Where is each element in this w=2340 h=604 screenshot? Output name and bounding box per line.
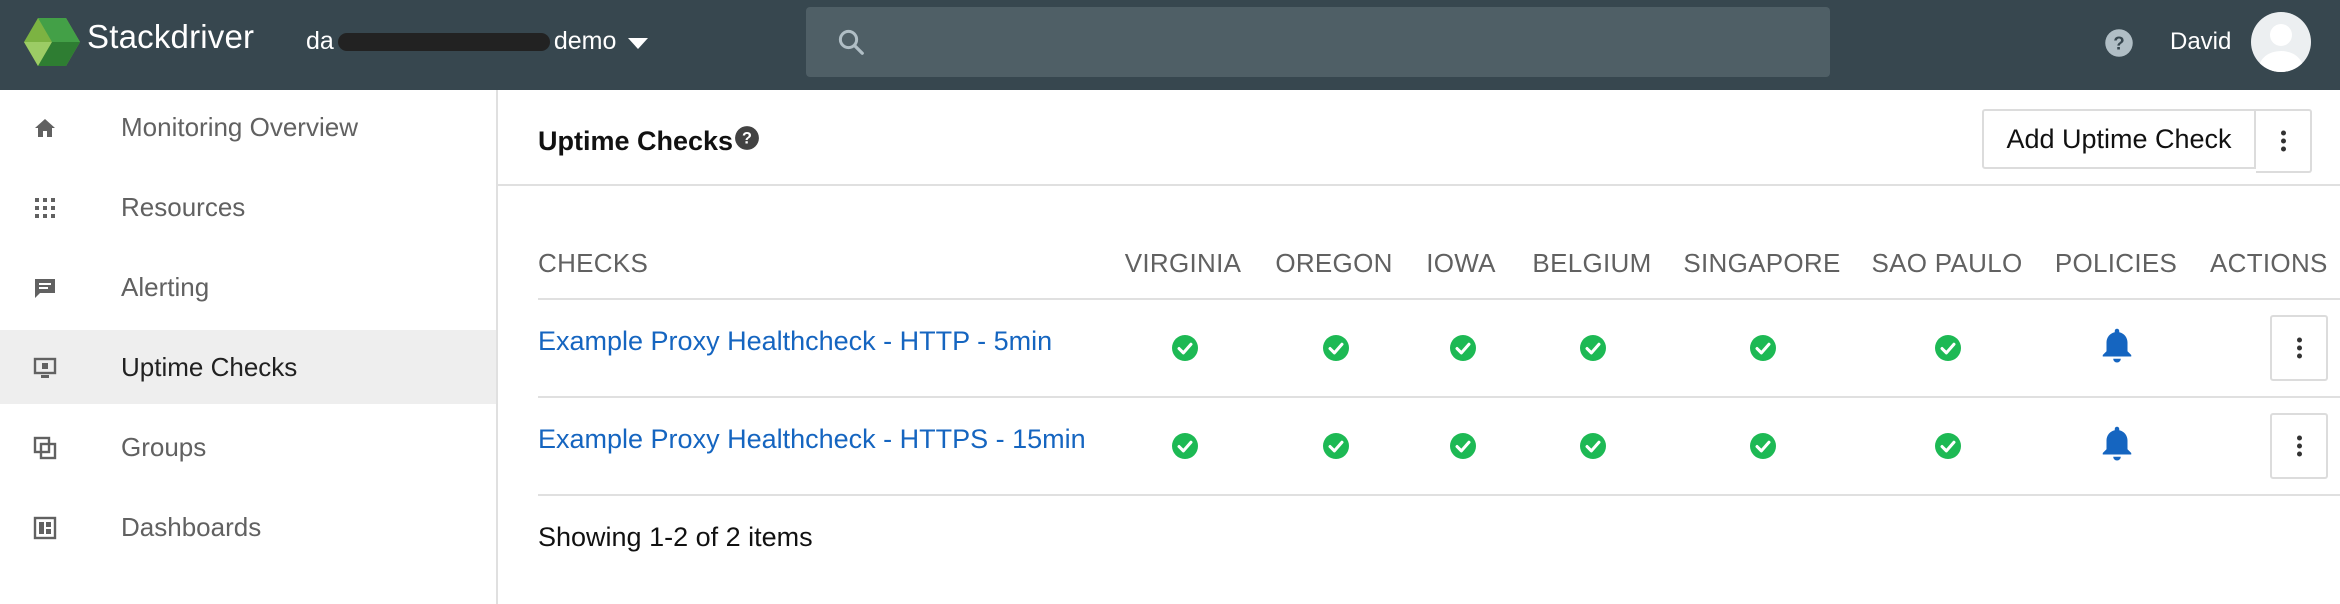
column-header-checks[interactable]: CHECKS — [538, 248, 648, 279]
sidebar-item-label: Uptime Checks — [121, 352, 298, 382]
search-input[interactable] — [890, 19, 1794, 67]
add-uptime-check-button[interactable]: Add Uptime Check — [1982, 109, 2256, 169]
sidebar: Monitoring Overview Resources Alerting U… — [0, 90, 498, 604]
main-content: Uptime Checks ? Add Uptime Check CHECKS … — [498, 90, 2340, 604]
brand-name[interactable]: Stackdriver — [87, 18, 254, 56]
check-circle-icon — [1750, 335, 1776, 361]
dashboard-icon — [33, 516, 57, 540]
column-header-singapore: SINGAPORE — [1683, 248, 1841, 278]
column-header-sao-paulo: SAO PAULO — [1871, 248, 2023, 278]
sidebar-item-uptime-checks[interactable]: Uptime Checks — [0, 330, 496, 404]
alert-message-icon — [35, 279, 55, 298]
check-circle-icon — [1172, 433, 1198, 459]
sidebar-item-alerting[interactable]: Alerting — [0, 250, 496, 324]
groups-icon — [33, 436, 57, 460]
check-circle-icon — [1172, 335, 1198, 361]
column-header-oregon: OREGON — [1275, 248, 1393, 278]
help-icon[interactable]: ? — [734, 125, 760, 151]
bell-icon[interactable] — [2099, 424, 2135, 464]
sidebar-item-monitoring-overview[interactable]: Monitoring Overview — [0, 90, 496, 164]
check-circle-icon — [1323, 433, 1349, 459]
page-header: Uptime Checks ? Add Uptime Check — [498, 90, 2340, 186]
top-bar: Stackdriver da demo ? David — [0, 0, 2340, 90]
user-name[interactable]: David — [2170, 28, 2231, 56]
monitor-icon — [33, 357, 57, 378]
sidebar-item-label: Alerting — [121, 272, 210, 302]
page-title: Uptime Checks — [538, 126, 734, 156]
column-header-actions: ACTIONS — [2210, 248, 2328, 278]
check-circle-icon — [1450, 433, 1476, 459]
check-circle-icon — [1450, 335, 1476, 361]
sidebar-item-groups[interactable]: Groups — [0, 410, 496, 484]
help-icon[interactable]: ? — [2104, 28, 2134, 58]
column-header-policies: POLICIES — [2054, 248, 2178, 278]
check-circle-icon — [1580, 335, 1606, 361]
more-vert-icon — [2296, 433, 2302, 460]
sidebar-item-label: Groups — [121, 432, 207, 462]
check-name-link[interactable]: Example Proxy Healthcheck - HTTP - 5min — [538, 326, 1052, 357]
sidebar-item-label: Resources — [121, 192, 246, 222]
sidebar-item-dashboards[interactable]: Dashboards — [0, 490, 496, 564]
more-options-button[interactable] — [2256, 109, 2312, 173]
svg-text:?: ? — [742, 129, 752, 147]
sidebar-item-resources[interactable]: Resources — [0, 170, 496, 244]
row-actions-button[interactable] — [2270, 315, 2328, 381]
project-name-suffix: demo — [553, 27, 617, 55]
search-icon — [838, 29, 864, 55]
avatar[interactable] — [2251, 12, 2311, 72]
check-circle-icon — [1323, 335, 1349, 361]
more-vert-icon — [2280, 128, 2286, 155]
check-name-link[interactable]: Example Proxy Healthcheck - HTTPS - 15mi… — [538, 424, 1086, 455]
table-divider — [538, 396, 2340, 398]
row-actions-button[interactable] — [2270, 413, 2328, 479]
column-header-iowa: IOWA — [1426, 248, 1496, 278]
column-header-belgium: BELGIUM — [1532, 248, 1652, 278]
sidebar-item-label: Dashboards — [121, 512, 262, 542]
check-circle-icon — [1935, 335, 1961, 361]
grid-icon — [35, 198, 55, 218]
more-vert-icon — [2296, 335, 2302, 362]
project-name-prefix: da — [306, 27, 334, 55]
check-circle-icon — [1750, 433, 1776, 459]
chevron-down-icon[interactable] — [628, 38, 648, 49]
pagination-summary: Showing 1-2 of 2 items — [538, 522, 813, 552]
table-divider — [538, 298, 2340, 300]
bell-icon[interactable] — [2099, 326, 2135, 366]
table-divider — [538, 494, 2340, 496]
user-avatar-icon — [2259, 24, 2303, 72]
search-bar[interactable] — [806, 7, 1830, 77]
project-selector[interactable]: da demo — [306, 27, 616, 56]
column-header-virginia: VIRGINIA — [1124, 248, 1242, 278]
check-circle-icon — [1935, 433, 1961, 459]
check-circle-icon — [1580, 433, 1606, 459]
sidebar-item-label: Monitoring Overview — [121, 112, 358, 142]
svg-text:?: ? — [2113, 32, 2124, 53]
redacted-project-name — [337, 33, 550, 52]
home-icon — [35, 119, 55, 137]
stackdriver-logo-icon[interactable] — [24, 17, 80, 67]
